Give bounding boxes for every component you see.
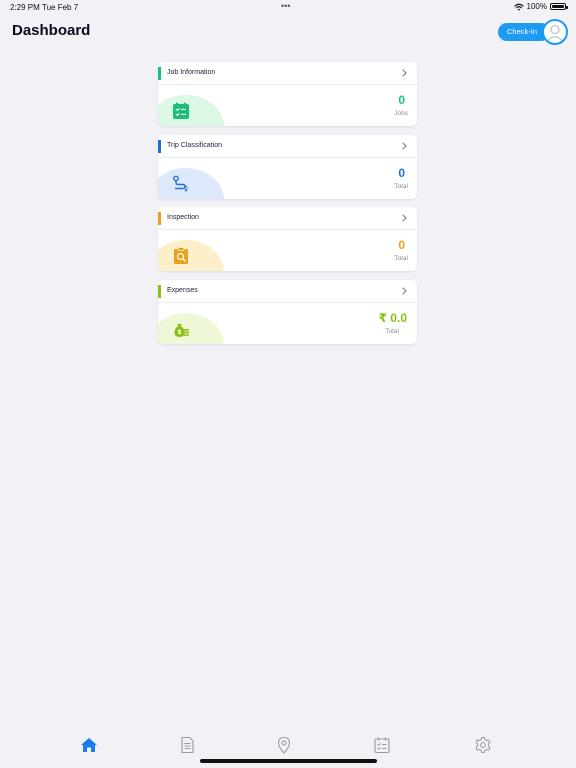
status-indicators: 100%: [513, 2, 568, 11]
chevron-right-icon[interactable]: [400, 286, 408, 296]
chevron-right-icon[interactable]: [400, 141, 408, 151]
home-indicator[interactable]: [200, 759, 377, 763]
decorative-blob: [158, 95, 224, 126]
status-date: Tue Feb 7: [42, 3, 79, 12]
card-unit: Total: [385, 328, 399, 335]
tab-home[interactable]: [80, 736, 98, 754]
wifi-icon: [513, 3, 524, 10]
card-title: Job Information: [167, 69, 216, 76]
battery-icon: [550, 3, 568, 10]
card-unit: Jobs: [394, 110, 408, 117]
status-bar: 2:29 PM Tue Feb 7 ••• 100%: [0, 0, 576, 14]
card-value: 0: [398, 166, 405, 180]
decorative-blob: [158, 168, 224, 199]
card-value: 0: [398, 238, 405, 252]
card-header[interactable]: Trip Classification: [158, 135, 417, 158]
chevron-right-icon[interactable]: [400, 213, 408, 223]
card-value: ₹ 0.0: [378, 311, 407, 325]
battery-percent: 100%: [526, 2, 547, 11]
home-icon: [81, 738, 97, 752]
card-header[interactable]: Expenses: [158, 280, 417, 303]
avatar[interactable]: [542, 19, 568, 45]
chevron-right-icon[interactable]: [400, 68, 408, 78]
page-title: Dashboard: [12, 22, 91, 39]
card-title: Expenses: [167, 287, 198, 294]
route-icon: [173, 175, 188, 192]
card-accent-bar: [158, 212, 161, 225]
card-value: 0: [398, 93, 405, 107]
status-time: 2:29 PM: [10, 3, 40, 12]
tab-location[interactable]: [275, 736, 293, 754]
tab-documents[interactable]: [178, 736, 196, 754]
tab-settings[interactable]: [474, 736, 492, 754]
card-unit: Total: [394, 255, 408, 262]
svg-text:$: $: [177, 329, 181, 336]
document-icon: [181, 736, 194, 754]
card-accent-bar: [158, 285, 161, 298]
checkin-control[interactable]: Check-In: [498, 19, 568, 47]
card-accent-bar: [158, 140, 161, 153]
card-trip-classification[interactable]: Trip Classification 0 Total: [158, 135, 417, 199]
card-inspection[interactable]: Inspection 0 Total: [158, 207, 417, 271]
user-avatar-icon: [547, 24, 563, 42]
clipboard-search-icon: [174, 247, 188, 264]
card-job-information[interactable]: Job Information 0 Jobs: [158, 62, 417, 126]
card-title: Inspection: [167, 214, 199, 221]
card-header[interactable]: Job Information: [158, 62, 417, 85]
card-header[interactable]: Inspection: [158, 207, 417, 230]
card-accent-bar: [158, 67, 161, 80]
tab-tasks[interactable]: [373, 736, 391, 754]
clipboard-check-icon: [173, 102, 189, 119]
card-expenses[interactable]: Expenses $ ₹ 0.0 Total: [158, 280, 417, 344]
map-pin-icon: [277, 736, 291, 754]
money-bag-icon: $: [174, 324, 189, 337]
multitask-dots-icon[interactable]: •••: [281, 1, 290, 11]
calendar-check-icon: [374, 737, 390, 754]
decorative-blob: [158, 240, 224, 271]
card-unit: Total: [394, 183, 408, 190]
decorative-blob: [158, 313, 224, 344]
gear-icon: [475, 737, 491, 753]
card-title: Trip Classification: [167, 142, 222, 149]
